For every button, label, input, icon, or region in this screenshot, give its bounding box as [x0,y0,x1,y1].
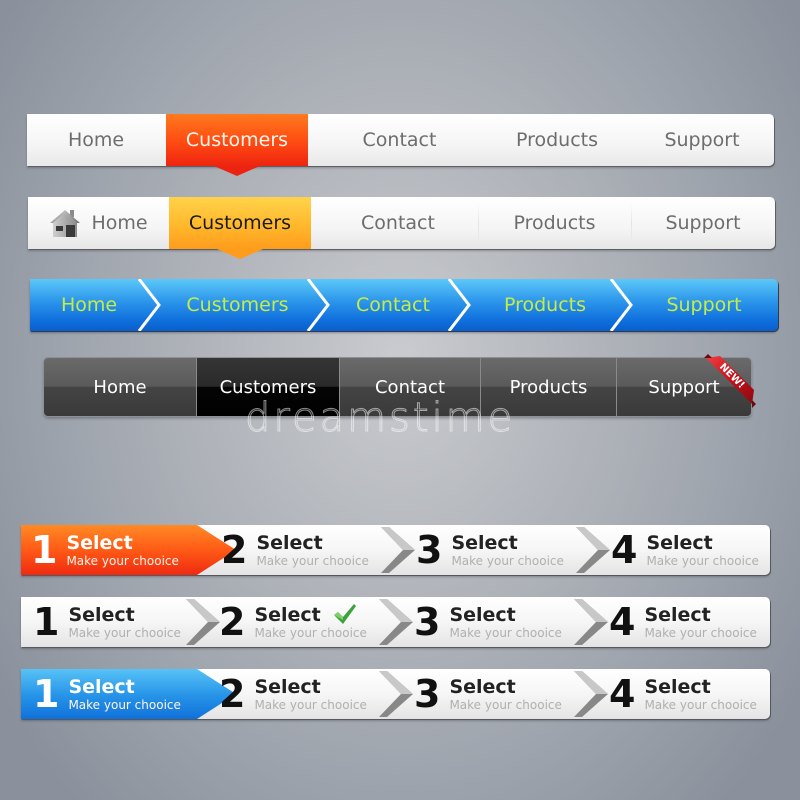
nav-item-label: Customers [186,294,289,316]
step-title: Select [449,603,516,626]
nav-item-home[interactable]: Home [28,197,169,249]
step-number: 4 [609,672,636,716]
nav-item-customers-active[interactable]: Customers [169,197,311,259]
nav-item-label: Support [665,212,741,234]
nav-item-label: Home [93,376,147,398]
nav-item-label: Customers [185,129,289,151]
step-number: 2 [221,528,248,572]
nav-item-label: Customers [188,212,292,234]
step-title: Select [68,603,135,626]
step-number: 3 [414,600,441,644]
step-2[interactable]: 2 Select Make your chooice [219,669,367,719]
nav-item-label: Home [60,294,118,316]
step-chevron-icon [379,599,413,645]
step-subtitle: Make your chooice [68,625,181,640]
step-title: Select [256,531,323,554]
step-bar-blue: 1 Select Make your chooice 2 Select Make y… [21,669,770,719]
step-chevron-icon [574,671,608,717]
step-number: 3 [416,528,443,572]
step-subtitle: Make your chooice [644,625,757,640]
step-title: Select [68,675,135,698]
step-chevron-icon [574,599,608,645]
nav-item-label: Contact [361,212,435,234]
nav-item-label: Products [513,212,596,234]
nav-bar-orange: Home Customers Contact Products Support [27,114,774,176]
step-chevron-icon [186,599,220,645]
step-chevron-icon [381,527,415,573]
nav-item-home[interactable]: Home [27,114,165,166]
step-2[interactable]: 2 Select Make your chooice [221,525,369,575]
nav-item-label: Products [503,294,587,316]
nav-item-label: Products [515,129,599,151]
step-subtitle: Make your chooice [449,697,562,712]
step-title: Select [646,531,713,554]
step-title: Select [451,531,518,554]
new-badge-ribbon: NEW! [704,354,756,408]
nav-item-label: Support [664,129,740,151]
step-subtitle: Make your chooice [644,697,757,712]
nav-item-contact[interactable]: Contact [318,197,478,249]
step-4[interactable]: 4 Select Make your chooice [609,597,757,647]
step-number: 1 [33,600,60,644]
step-subtitle: Make your chooice [68,697,181,712]
chevron-right-icon [447,279,471,331]
step-title: Select [254,675,321,698]
new-badge-label: NEW! [717,361,747,391]
step-chevron-icon [379,671,413,717]
nav-item-products[interactable]: Products [482,114,632,166]
step-3[interactable]: 3 Select Make your chooice [414,669,562,719]
step-subtitle: Make your chooice [66,553,179,568]
step-3[interactable]: 3 Select Make your chooice [414,597,562,647]
step-subtitle: Make your chooice [254,697,367,712]
step-4[interactable]: 4 Select Make your chooice [609,669,757,719]
step-number: 2 [219,600,246,644]
step-4[interactable]: 4 Select Make your chooice [611,525,759,575]
step-title: Select [449,675,516,698]
step-subtitle: Make your chooice [256,553,369,568]
checkmark-icon [334,604,356,624]
nav-item-support[interactable]: Support [631,197,775,249]
step-number: 3 [414,672,441,716]
house-icon [50,210,81,237]
nav-bar-blue-breadcrumb: Home Customers Contact Products Support [30,279,778,331]
step-number: 4 [611,528,638,572]
nav-item-label: Contact [356,294,430,316]
nav-item-label: Products [509,376,588,398]
nav-item-label: Contact [362,129,437,151]
nav-item-home[interactable]: Home [44,358,197,416]
step-bar-orange: 1 Select Make your chooice 2 Select Make y… [21,525,770,575]
step-subtitle: Make your chooice [449,625,562,640]
nav-item-label: Support [666,294,742,316]
step-number: 1 [33,672,60,716]
nav-item-label: Home [91,212,148,234]
step-subtitle: Make your chooice [646,553,759,568]
nav-item-home[interactable]: Home [30,279,148,331]
nav-item-contact[interactable]: Contact [328,279,458,331]
step-1[interactable]: 1 Select Make your chooice [33,597,181,647]
step-3[interactable]: 3 Select Make your chooice [416,525,564,575]
chevron-right-icon [137,279,161,331]
nav-item-customers-active[interactable]: Customers [166,114,308,176]
step-1-active[interactable]: 1 Select Make your chooice [31,525,179,575]
nav-item-support[interactable]: Support [630,279,778,331]
step-number: 4 [609,600,636,644]
nav-item-support[interactable]: Support [632,114,772,166]
nav-item-products[interactable]: Products [478,197,631,249]
step-chevron-icon [576,527,610,573]
nav-item-products[interactable]: Products [470,279,620,331]
step-title: Select [66,531,133,554]
step-bar-white: 1 Select Make your chooice 2 Select Make y… [21,597,770,647]
step-number: 2 [219,672,246,716]
nav-item-label: Home [67,129,125,151]
watermark: dreamstime [244,395,516,442]
step-title: Select [644,603,711,626]
nav-bar-yellow: Home Customers Contact Products Support [28,197,775,259]
step-1-active[interactable]: 1 Select Make your chooice [33,669,181,719]
nav-item-contact[interactable]: Contact [317,114,482,166]
step-subtitle: Make your chooice [451,553,564,568]
nav-item-customers[interactable]: Customers [160,279,315,331]
step-title: Select [644,675,711,698]
step-subtitle: Make your chooice [254,625,367,640]
step-number: 1 [31,528,58,572]
